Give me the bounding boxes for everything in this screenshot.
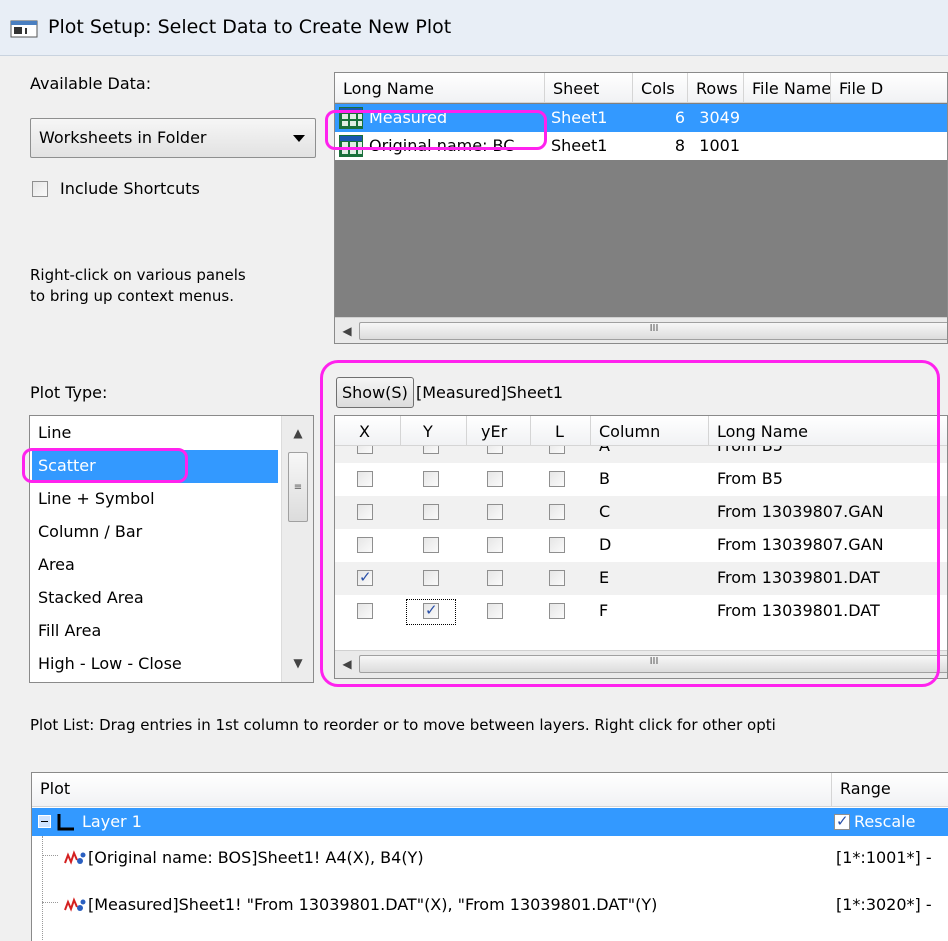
include-shortcuts-checkbox[interactable]: [32, 181, 48, 197]
col-header-range[interactable]: Range: [832, 773, 948, 807]
scatter-plot-icon: [64, 850, 86, 865]
columns-highlight-outline: [320, 360, 940, 687]
scroll-down-icon[interactable]: ▼: [290, 654, 306, 672]
plot-row[interactable]: [Original name: BOS]Sheet1! A4(X), B4(Y)…: [32, 840, 948, 880]
scroll-thumb[interactable]: ≡: [288, 452, 308, 522]
plot-type-item[interactable]: Line: [32, 417, 278, 450]
plot-type-item[interactable]: Area: [32, 549, 278, 582]
sheet-rows: 3049: [699, 108, 740, 127]
plot-type-item[interactable]: Fill Area: [32, 615, 278, 648]
plot-name: [Original name: BOS]Sheet1! A4(X), B4(Y): [88, 848, 424, 867]
plot-type-item[interactable]: Stacked Area: [32, 582, 278, 615]
layer-row[interactable]: Layer 1 Rescale: [32, 808, 948, 836]
chevron-down-icon: [293, 135, 305, 142]
col-header-long-name[interactable]: Long Name: [335, 73, 545, 103]
col-header-file-date[interactable]: File D: [831, 73, 947, 103]
layer-name: Layer 1: [82, 812, 142, 831]
sheet-cols: 6: [674, 108, 685, 127]
sheet-cols: 8: [674, 136, 685, 155]
col-header-sheet[interactable]: Sheet: [545, 73, 633, 103]
scroll-left-icon[interactable]: ◀: [339, 322, 355, 340]
scroll-thumb[interactable]: III: [359, 322, 947, 340]
include-shortcuts-label: Include Shortcuts: [60, 179, 200, 198]
context-hint-line1: Right-click on various panels: [30, 266, 246, 284]
col-header-cols[interactable]: Cols: [633, 73, 688, 103]
plot-list[interactable]: Plot Range Layer 1 Rescale [Original nam…: [31, 772, 948, 941]
plot-range: [1*:3020*] -: [836, 895, 932, 914]
scatter-plot-icon: [64, 897, 86, 912]
layer-icon: [57, 814, 74, 831]
plot-type-item[interactable]: Column / Bar: [32, 516, 278, 549]
measured-highlight-outline: [325, 110, 547, 150]
scroll-up-icon[interactable]: ▲: [290, 424, 306, 442]
plot-type-item[interactable]: High - Low - Close: [32, 648, 278, 681]
sheet-rows: 1001: [699, 136, 740, 155]
sheet-name: Sheet1: [551, 136, 608, 155]
window-title: Plot Setup: Select Data to Create New Pl…: [48, 16, 452, 38]
col-header-rows[interactable]: Rows: [688, 73, 744, 103]
plot-list-hint: Plot List: Drag entries in 1st column to…: [30, 716, 776, 734]
plot-type-scrollbar[interactable]: ▲ ≡ ▼: [281, 416, 313, 682]
plot-name: [Measured]Sheet1! "From 13039801.DAT"(X)…: [88, 895, 658, 914]
window-icon: [10, 20, 38, 38]
col-header-file-name[interactable]: File Name: [744, 73, 831, 103]
sheet-name: Sheet1: [551, 108, 608, 127]
context-hint-line2: to bring up context menus.: [30, 287, 235, 305]
plot-row[interactable]: [Measured]Sheet1! "From 13039801.DAT"(X)…: [32, 887, 948, 927]
available-data-value: Worksheets in Folder: [39, 128, 207, 147]
rescale-label: Rescale: [854, 812, 916, 831]
plot-type-item[interactable]: Line + Symbol: [32, 483, 278, 516]
plot-type-label: Plot Type:: [30, 383, 108, 402]
plot-range: [1*:1001*] -: [836, 848, 932, 867]
tree-branch: [42, 855, 58, 856]
sheets-horizontal-scrollbar[interactable]: ◀ III: [335, 317, 947, 343]
rescale-checkbox[interactable]: [834, 812, 850, 830]
collapse-icon[interactable]: [38, 815, 51, 828]
scatter-highlight-outline: [22, 448, 188, 483]
available-data-label: Available Data:: [30, 74, 152, 93]
title-bar: Plot Setup: Select Data to Create New Pl…: [0, 0, 948, 56]
available-data-dropdown[interactable]: Worksheets in Folder: [30, 118, 316, 158]
col-header-plot[interactable]: Plot: [32, 773, 832, 807]
tree-branch: [42, 902, 58, 903]
